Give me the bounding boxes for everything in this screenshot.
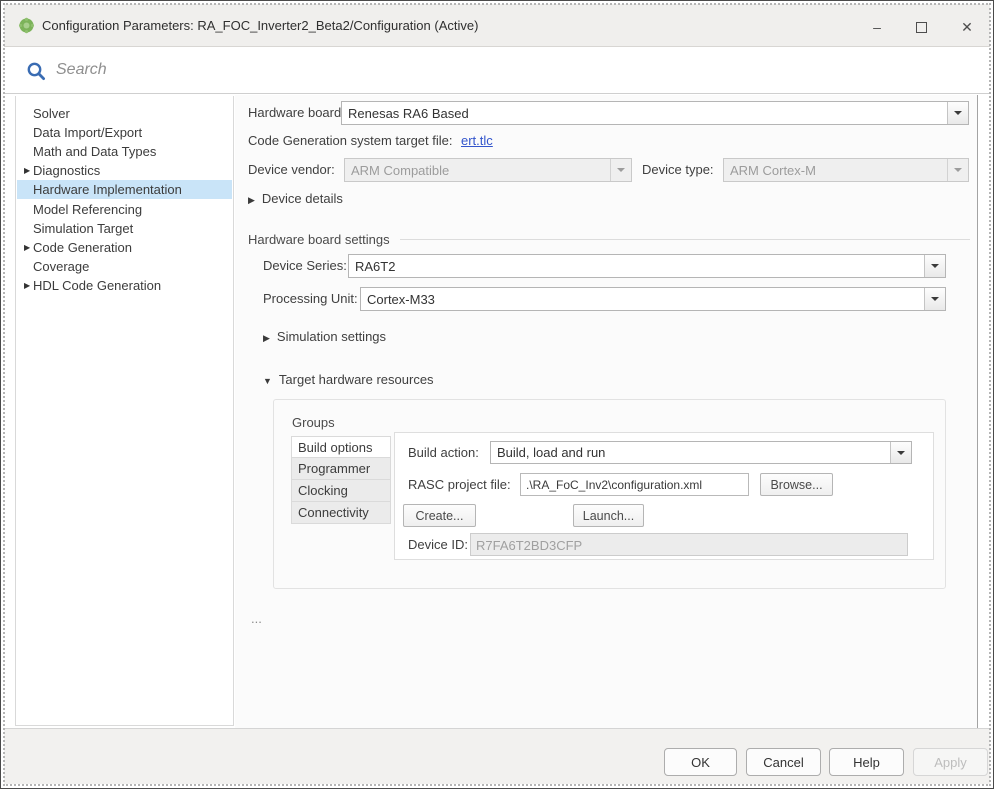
collapsed-arrow-icon: ▶ (248, 195, 255, 205)
sidebar-item-data-import-export[interactable]: Data Import/Export (17, 123, 232, 142)
sidebar-item-hdl-code-generation[interactable]: ▶HDL Code Generation (17, 276, 232, 295)
browse-button[interactable]: Browse... (760, 473, 833, 496)
tab-build-options[interactable]: Build options (291, 436, 391, 458)
hardware-board-settings-header: Hardware board settings (248, 232, 970, 247)
sidebar-item-label: Data Import/Export (33, 125, 142, 140)
truncated-text: ... (251, 611, 262, 626)
device-series-value: RA6T2 (349, 255, 924, 277)
hardware-board-label: Hardware board: (248, 105, 345, 120)
dialog-button-bar: OK Cancel Help Apply (4, 728, 990, 784)
title-bar[interactable]: Configuration Parameters: RA_FOC_Inverte… (4, 4, 990, 47)
simulation-settings-expander[interactable]: ▶ Simulation settings (263, 329, 386, 344)
device-type-value: ARM Cortex-M (724, 159, 947, 181)
target-hardware-resources-label: Target hardware resources (279, 372, 434, 387)
close-icon: ✕ (961, 19, 973, 36)
hardware-board-dropdown[interactable]: Renesas RA6 Based (341, 101, 969, 125)
tab-clocking[interactable]: Clocking (291, 480, 391, 502)
groups-tab-list: Build options Programmer Clocking Connec… (291, 436, 391, 524)
help-button[interactable]: Help (829, 748, 904, 776)
sidebar-item-label: Coverage (33, 259, 89, 274)
build-action-label: Build action: (408, 445, 479, 460)
expand-arrow-icon: ▶ (17, 281, 33, 290)
sidebar-item-label: Code Generation (33, 240, 132, 255)
sidebar-item-math-and-data-types[interactable]: Math and Data Types (17, 142, 232, 161)
rasc-project-file-label: RASC project file: (408, 477, 511, 492)
device-series-label: Device Series: (263, 258, 347, 273)
device-type-dropdown: ARM Cortex-M (723, 158, 969, 182)
ok-button[interactable]: OK (664, 748, 737, 776)
sidebar-item-label: HDL Code Generation (33, 278, 161, 293)
sidebar-item-solver[interactable]: Solver (17, 104, 232, 123)
sidebar-item-model-referencing[interactable]: Model Referencing (17, 200, 232, 219)
target-file-label: Code Generation system target file: (248, 133, 453, 148)
device-type-label: Device type: (642, 162, 714, 177)
hardware-board-value: Renesas RA6 Based (342, 102, 947, 124)
sidebar-item-code-generation[interactable]: ▶Code Generation (17, 238, 232, 257)
sidebar-item-simulation-target[interactable]: Simulation Target (17, 219, 232, 238)
maximize-button[interactable] (906, 13, 936, 41)
search-input[interactable]: Search (56, 61, 107, 79)
target-file-link[interactable]: ert.tlc (461, 133, 493, 148)
dropdown-arrow-icon (947, 159, 968, 181)
device-id-label: Device ID: (408, 537, 468, 552)
cancel-button[interactable]: Cancel (746, 748, 821, 776)
collapsed-arrow-icon: ▶ (263, 333, 270, 343)
processing-unit-dropdown[interactable]: Cortex-M33 (360, 287, 946, 311)
tab-programmer[interactable]: Programmer (291, 458, 391, 480)
minimize-icon: – (873, 19, 881, 35)
sidebar-item-diagnostics[interactable]: ▶Diagnostics (17, 161, 232, 180)
rasc-project-file-field[interactable]: .\RA_FoC_Inv2\configuration.xml (520, 473, 749, 496)
section-title: Hardware board settings (248, 232, 390, 247)
build-options-panel: Build action: Build, load and run RASC p… (394, 432, 934, 560)
close-button[interactable]: ✕ (952, 13, 982, 41)
sidebar-item-label: Solver (33, 106, 70, 121)
build-action-value: Build, load and run (491, 442, 890, 463)
dropdown-arrow-icon[interactable] (924, 255, 945, 277)
groups-title: Groups (292, 415, 335, 430)
device-series-dropdown[interactable]: RA6T2 (348, 254, 946, 278)
sidebar-item-label: Diagnostics (33, 163, 100, 178)
minimize-button[interactable]: – (862, 13, 892, 41)
sidebar-item-hardware-implementation[interactable]: Hardware Implementation (17, 180, 232, 199)
sidebar-item-label: Math and Data Types (33, 144, 156, 159)
processing-unit-label: Processing Unit: (263, 291, 358, 306)
dropdown-arrow-icon[interactable] (947, 102, 968, 124)
build-action-dropdown[interactable]: Build, load and run (490, 441, 912, 464)
device-vendor-label: Device vendor: (248, 162, 335, 177)
device-vendor-value: ARM Compatible (345, 159, 610, 181)
create-button[interactable]: Create... (403, 504, 476, 527)
dropdown-arrow-icon[interactable] (924, 288, 945, 310)
sidebar-item-label: Model Referencing (33, 202, 142, 217)
sidebar-item-label: Hardware Implementation (33, 182, 182, 197)
dropdown-arrow-icon[interactable] (890, 442, 911, 463)
search-icon (26, 61, 46, 81)
expanded-arrow-icon: ▼ (263, 376, 272, 386)
target-hardware-resources-group: Groups Build options Programmer Clocking… (273, 399, 946, 589)
category-tree: Solver Data Import/Export Math and Data … (15, 96, 234, 726)
simulation-settings-label: Simulation settings (277, 329, 386, 344)
launch-button[interactable]: Launch... (573, 504, 644, 527)
main-panel-right-border (977, 95, 978, 728)
expand-arrow-icon: ▶ (17, 166, 33, 175)
expand-arrow-icon: ▶ (17, 243, 33, 252)
app-gear-icon (18, 17, 35, 34)
configuration-parameters-dialog: Configuration Parameters: RA_FOC_Inverte… (0, 0, 994, 789)
processing-unit-value: Cortex-M33 (361, 288, 924, 310)
apply-button: Apply (913, 748, 988, 776)
search-bar[interactable]: Search (4, 48, 990, 94)
target-hardware-resources-expander[interactable]: ▼ Target hardware resources (263, 372, 434, 387)
device-details-expander[interactable]: ▶ Device details (248, 191, 343, 206)
device-vendor-dropdown: ARM Compatible (344, 158, 632, 182)
device-details-label: Device details (262, 191, 343, 206)
window-title: Configuration Parameters: RA_FOC_Inverte… (42, 18, 478, 33)
section-rule (400, 239, 970, 240)
sidebar-item-coverage[interactable]: Coverage (17, 257, 232, 276)
device-id-field: R7FA6T2BD3CFP (470, 533, 908, 556)
sidebar-item-label: Simulation Target (33, 221, 133, 236)
dropdown-arrow-icon (610, 159, 631, 181)
maximize-icon (916, 22, 927, 33)
tab-connectivity[interactable]: Connectivity (291, 502, 391, 524)
